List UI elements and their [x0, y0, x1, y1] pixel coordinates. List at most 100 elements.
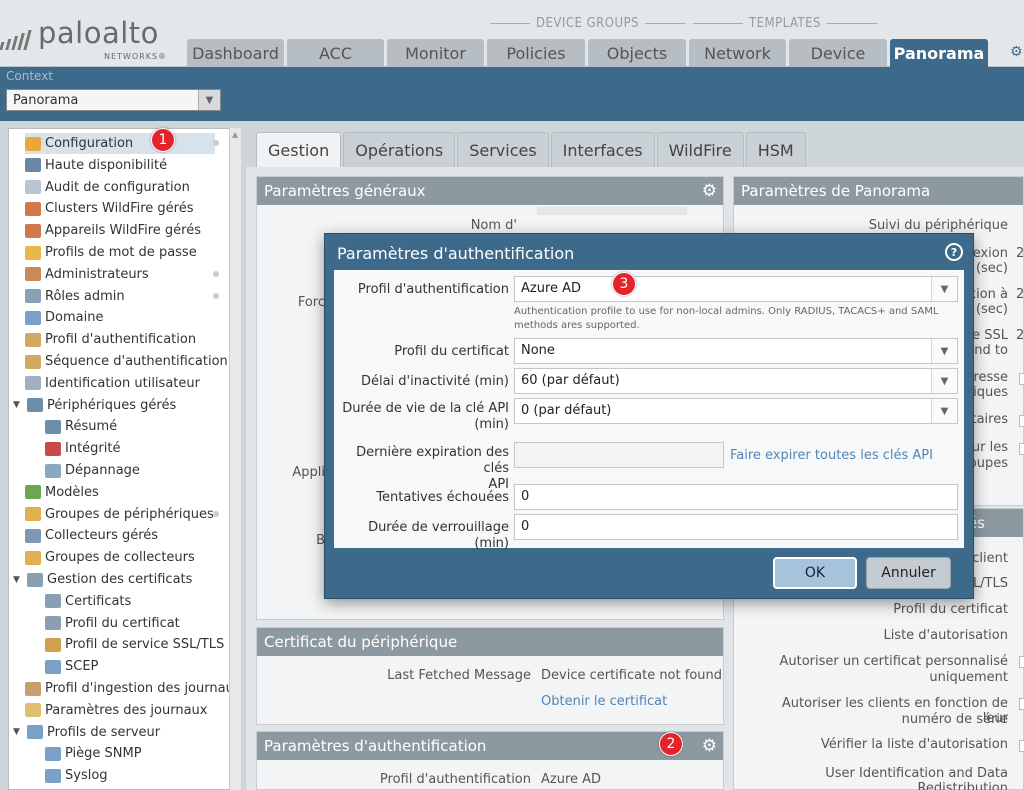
idle-timeout-select[interactable]: 60 (par défaut) ▼ — [514, 368, 958, 394]
sidebar-item-label: Identification utilisateur — [45, 375, 200, 391]
sidebar-item-collector-groups[interactable]: Groupes de collecteurs — [25, 547, 195, 568]
chevron-down-icon[interactable]: ▼ — [931, 369, 957, 393]
sidebar-item-admin-roles[interactable]: Rôles admin — [25, 286, 125, 307]
failed-attempts-input[interactable]: 0 — [514, 484, 958, 510]
top-header: paloalto NETWORKS® DEVICE GROUPS TEMPLAT… — [0, 0, 1024, 67]
tab-gestion[interactable]: Gestion — [256, 132, 342, 167]
sidebar-item-certificates[interactable]: Certificats — [45, 591, 131, 612]
apikey-lifetime-label: Durée de vie de la clé API (min) — [342, 401, 509, 433]
sidebar-item-managed-devices[interactable]: ▼ Périphériques gérés — [13, 395, 176, 416]
sidebar-item-server-profiles[interactable]: ▼ Profils de serveur — [13, 722, 160, 743]
sidebar-item-wildfire-clusters[interactable]: Clusters WildFire gérés — [25, 198, 194, 219]
apikey-lifetime-select[interactable]: 0 (par défaut) ▼ — [514, 398, 958, 424]
tab-wildfire[interactable]: WildFire — [656, 132, 744, 167]
dialog-title: Paramètres d'authentification — [337, 244, 575, 263]
last-fetched-value: Device certificate not found — [541, 668, 723, 683]
lockout-time-input[interactable]: 0 — [514, 514, 958, 540]
sidebar-item-summary[interactable]: Résumé — [45, 416, 117, 437]
sidebar-item-troubleshooting[interactable]: Dépannage — [45, 460, 140, 481]
sidebar-item-password-profiles[interactable]: Profils de mot de passe — [25, 242, 197, 263]
callout-badge-3: 3 — [612, 272, 636, 296]
custom-cert-checkbox[interactable] — [1019, 656, 1024, 668]
sidebar-item-auth-sequence[interactable]: Séquence d'authentification — [25, 351, 228, 372]
sidebar-item-certificate-management[interactable]: ▼ Gestion des certificats — [13, 569, 192, 590]
auth-profile-icon — [25, 332, 41, 347]
tab-acc[interactable]: ACC — [287, 39, 384, 67]
sidebar-item-syslog[interactable]: Syslog — [45, 765, 108, 786]
managed-collectors-icon — [25, 528, 41, 543]
sidebar-item-auth-profile[interactable]: Profil d'authentification — [25, 329, 196, 350]
sidebar-item-user-identification[interactable]: Identification utilisateur — [25, 373, 200, 394]
chevron-down-icon[interactable]: ▼ — [198, 90, 220, 110]
expand-arrow-icon[interactable]: ▼ — [13, 727, 23, 737]
tab-panorama[interactable]: Panorama — [890, 39, 988, 67]
sidebar-item-managed-collectors[interactable]: Collecteurs gérés — [25, 525, 158, 546]
cert-profile-select[interactable]: None ▼ — [514, 338, 958, 364]
tab-hsm[interactable]: HSM — [745, 132, 806, 167]
sidebar-item-log-settings[interactable]: Paramètres des journaux — [25, 700, 207, 721]
tab-device[interactable]: Device — [789, 39, 887, 67]
sidebar-item-certificate-profile[interactable]: Profil du certificat — [45, 613, 180, 634]
tab-interfaces[interactable]: Interfaces — [550, 132, 655, 167]
auth-settings-title: Paramètres d'authentification — [257, 732, 723, 760]
sidebar-item-wildfire-appliances[interactable]: Appareils WildFire gérés — [25, 220, 201, 241]
sidebar-item-ssl-tls-profile[interactable]: Profil de service SSL/TLS — [45, 634, 224, 655]
sidebar-item-label: Profil d'authentification — [45, 332, 197, 348]
admin-roles-icon — [25, 289, 41, 304]
tab-operations[interactable]: Opérations — [343, 132, 456, 167]
sidebar-scrollbar[interactable]: ▲ — [229, 128, 241, 790]
content-tabs: Gestion Opérations Services Interfaces W… — [256, 132, 806, 167]
server-profiles-icon — [27, 725, 43, 740]
chevron-down-icon[interactable]: ▼ — [931, 399, 957, 423]
logo-bars-icon — [0, 30, 32, 50]
logo-sub: NETWORKS® — [104, 52, 168, 61]
sidebar-item-access-domain[interactable]: Domaine — [25, 307, 103, 328]
sidebar-item-high-availability[interactable]: Haute disponibilité — [25, 155, 167, 176]
blurred-value — [537, 207, 687, 215]
sidebar-item-config-audit[interactable]: Audit de configuration — [25, 177, 190, 198]
sidebar-item-configuration[interactable]: Configuration — [25, 133, 215, 154]
row6-checkbox[interactable] — [1019, 443, 1024, 455]
chevron-down-icon[interactable]: ▼ — [931, 339, 957, 363]
lockout-time-label: Durée de verrouillage (min) — [368, 520, 509, 551]
nom-label: Nom d' — [470, 218, 517, 233]
sidebar-item-templates[interactable]: Modèles — [25, 482, 99, 503]
profile-hint: Authentication profile to use for non-lo… — [514, 306, 939, 331]
tab-network[interactable]: Network — [689, 39, 786, 67]
sidebar-item-snmp-trap[interactable]: Piège SNMP — [45, 743, 142, 764]
high-availability-icon — [25, 158, 41, 173]
sidebar-item-log-ingestion-profile[interactable]: Profil d'ingestion des journaux — [25, 678, 240, 699]
tab-services[interactable]: Services — [457, 132, 549, 167]
scroll-up-icon[interactable]: ▲ — [232, 130, 238, 139]
serial-label-2: numéro de série — [901, 712, 1008, 727]
ok-button[interactable]: OK — [773, 557, 857, 589]
sidebar-item-administrators[interactable]: Administrateurs — [25, 264, 149, 285]
sidebar-item-health[interactable]: Intégrité — [45, 438, 120, 459]
chevron-down-icon[interactable]: ▼ — [931, 277, 957, 301]
auth-profile-select[interactable]: Azure AD ▼ — [514, 276, 958, 302]
context-bar: Context Panorama ▼ — [0, 67, 1024, 121]
paloalto-logo: paloalto NETWORKS® — [0, 10, 180, 62]
row5-checkbox[interactable] — [1019, 415, 1024, 427]
certificate-management-icon — [27, 572, 43, 587]
sidebar-item-device-groups[interactable]: Groupes de périphériques — [25, 504, 214, 525]
expire-all-keys-link[interactable]: Faire expirer toutes les clés API — [730, 448, 933, 463]
tab-monitor[interactable]: Monitor — [387, 39, 484, 67]
gear-icon[interactable]: ⚙ — [702, 181, 717, 201]
sidebar-item-label: Profil de service SSL/TLS — [65, 637, 225, 653]
tab-dashboard[interactable]: Dashboard — [187, 39, 284, 67]
row4-checkbox[interactable] — [1019, 373, 1024, 385]
expand-arrow-icon[interactable]: ▼ — [13, 575, 23, 585]
context-select[interactable]: Panorama ▼ — [6, 89, 221, 111]
gear-icon[interactable]: ⚙ — [702, 736, 717, 756]
serial-checkbox[interactable] — [1019, 698, 1024, 710]
help-icon[interactable]: ? — [945, 243, 963, 261]
verify-checkbox[interactable] — [1019, 740, 1024, 752]
tab-policies[interactable]: Policies — [487, 39, 585, 67]
commit-icon[interactable]: ⚙ — [1010, 44, 1023, 60]
sidebar-item-scep[interactable]: SCEP — [45, 656, 98, 677]
tab-objects[interactable]: Objects — [588, 39, 686, 67]
cancel-button[interactable]: Annuler — [866, 557, 951, 589]
expand-arrow-icon[interactable]: ▼ — [13, 400, 23, 410]
obtain-cert-link[interactable]: Obtenir le certificat — [541, 694, 667, 709]
